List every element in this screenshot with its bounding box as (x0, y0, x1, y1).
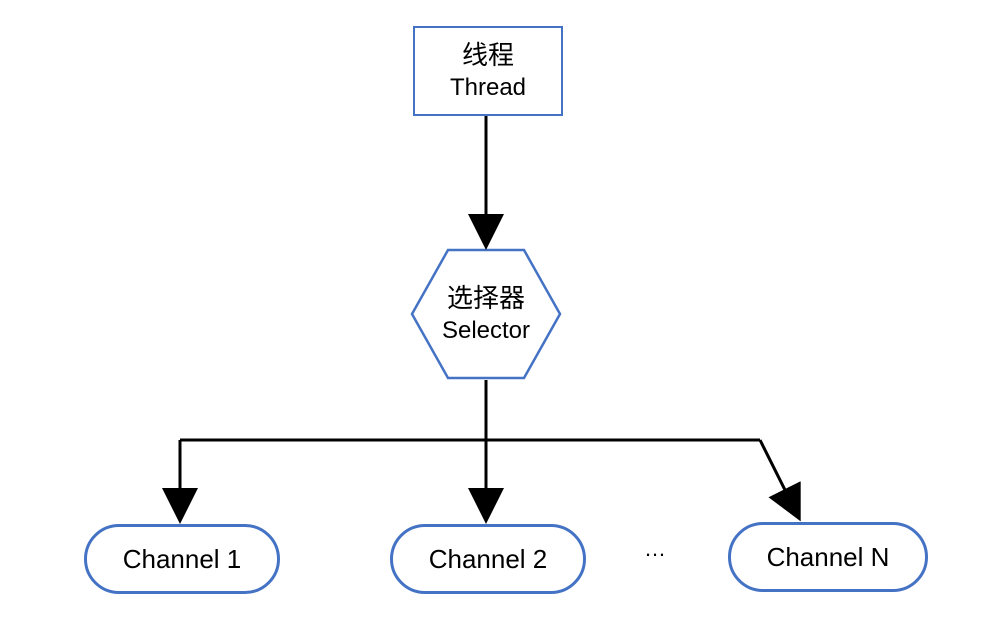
channel-1: Channel 1 (84, 524, 280, 594)
selector-label: 选择器 Selector (410, 248, 562, 380)
channel-n: Channel N (728, 522, 928, 592)
selector-label-en: Selector (442, 315, 530, 346)
selector-hexagon: 选择器 Selector (410, 248, 562, 380)
diagram-root: 线程 Thread 选择器 Selector Channel 1 Channel… (0, 0, 1000, 634)
channel-2: Channel 2 (390, 524, 586, 594)
channel-n-label: Channel N (767, 542, 890, 573)
thread-label-en: Thread (450, 72, 526, 103)
selector-label-cn: 选择器 (447, 282, 525, 316)
channel-1-label: Channel 1 (123, 544, 242, 575)
channel-2-label: Channel 2 (429, 544, 548, 575)
ellipsis: … (644, 536, 666, 562)
thread-box: 线程 Thread (413, 26, 563, 116)
thread-label-cn: 线程 (462, 39, 514, 73)
